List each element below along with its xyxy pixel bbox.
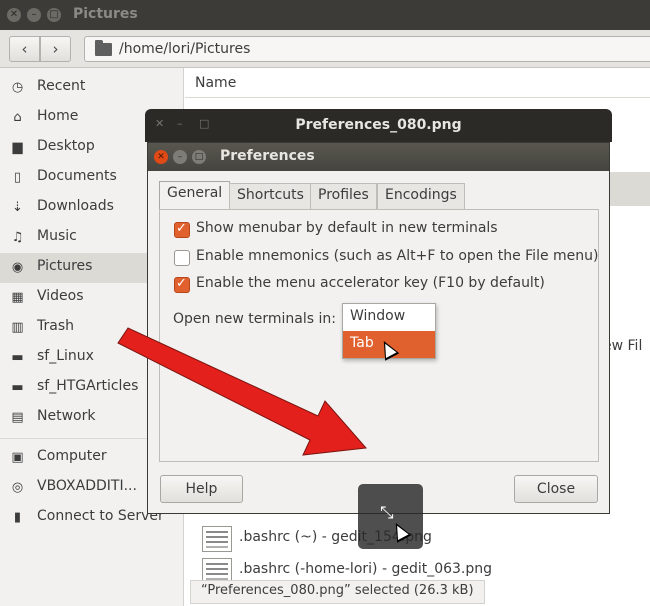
folder-icon — [95, 40, 112, 56]
fullscreen-toggle-overlay[interactable]: ⤡ — [358, 484, 423, 549]
file-manager-titlebar: ✕ – □ Pictures — [0, 0, 650, 30]
help-button[interactable]: Help — [160, 475, 243, 503]
sidebar-item-label: Computer — [37, 448, 107, 464]
name-column-header[interactable]: Name — [195, 75, 236, 91]
dialog-minimize-button[interactable]: – — [173, 150, 187, 164]
sidebar-item-label: Recent — [37, 78, 86, 94]
tab-general[interactable]: General — [159, 181, 231, 210]
option-label: Show menubar by default in new terminals — [196, 220, 498, 236]
music-icon: ♫ — [11, 230, 24, 245]
drive-icon: ▬ — [11, 350, 24, 365]
terminal-titlebar: ✕ – □ Preferences_080.png — [145, 109, 612, 142]
sidebar-item-recent[interactable]: ◷ Recent — [0, 73, 184, 103]
sidebar-item-label: Desktop — [37, 138, 95, 154]
document-icon: ▯ — [13, 170, 22, 185]
option-label: Enable the menu accelerator key (F10 by … — [196, 275, 545, 291]
sidebar-item-label: Pictures — [37, 258, 93, 274]
folder-icon: ▆ — [12, 140, 23, 155]
sidebar-item-label: Home — [37, 108, 79, 124]
sidebar-item-label: Music — [37, 228, 77, 244]
back-button[interactable]: ‹ — [9, 36, 40, 62]
option-label: Enable mnemonics (such as Alt+F to open … — [196, 248, 599, 264]
trash-icon: ▥ — [11, 320, 24, 335]
file-name: .bashrc (-home-lori) - gedit_063.png — [239, 561, 493, 577]
window-maximize-button[interactable]: □ — [47, 8, 61, 22]
terminal-title: Preferences_080.png — [295, 117, 462, 133]
sidebar-item-label: Documents — [37, 168, 117, 184]
sidebar-item-label: Network — [37, 408, 96, 424]
open-new-terminals-label: Open new terminals in: — [173, 311, 336, 327]
checkbox-checked[interactable] — [174, 276, 190, 293]
file-thumbnail-icon — [202, 526, 232, 552]
window-title: Pictures — [73, 6, 138, 22]
tab-profiles[interactable]: Profiles — [310, 183, 377, 209]
sidebar-item-label: Videos — [37, 288, 84, 304]
close-button[interactable]: Close — [514, 475, 598, 503]
window-close-button[interactable]: ✕ — [7, 8, 21, 22]
location-path: /home/lori/Pictures — [119, 41, 251, 57]
computer-icon: ▣ — [11, 450, 24, 465]
chevron-left-icon: ‹ — [21, 40, 28, 58]
download-icon: ⇣ — [12, 200, 23, 215]
sidebar-item-label: VBOXADDITI... — [37, 478, 137, 494]
dialog-maximize-button[interactable]: □ — [192, 150, 206, 164]
drive-icon: ▬ — [11, 380, 24, 395]
preferences-dialog: ✕ – □ Preferences General Shortcuts Prof… — [147, 142, 610, 549]
status-bar: “Preferences_080.png” selected (26.3 kB) — [190, 580, 485, 604]
film-icon: ▦ — [11, 290, 24, 305]
forward-button[interactable]: › — [40, 36, 71, 62]
clock-icon: ◷ — [11, 80, 24, 95]
window-minimize-button[interactable]: – — [27, 8, 41, 22]
preferences-titlebar: ✕ – □ Preferences — [148, 143, 609, 171]
sidebar-item-label: Trash — [37, 318, 74, 334]
server-icon: ▮ — [13, 510, 22, 525]
tab-shortcuts[interactable]: Shortcuts — [229, 183, 312, 209]
disc-icon: ◎ — [11, 480, 24, 495]
column-header: Name — [185, 68, 650, 98]
sidebar-item-label: sf_HTGArticles — [37, 378, 139, 394]
chevron-right-icon: › — [52, 40, 59, 58]
location-bar[interactable]: /home/lori/Pictures — [84, 36, 650, 62]
camera-icon: ◉ — [11, 260, 24, 275]
sidebar-item-label: Downloads — [37, 198, 114, 214]
network-icon: ▤ — [11, 410, 24, 425]
toolbar: ‹ › /home/lori/Pictures — [0, 30, 650, 68]
tab-encodings[interactable]: Encodings — [377, 183, 465, 209]
general-tab-panel: Show menubar by default in new terminals… — [159, 209, 599, 549]
dialog-close-button[interactable]: ✕ — [154, 150, 168, 164]
home-icon: ⌂ — [13, 110, 22, 125]
checkbox-unchecked[interactable] — [174, 250, 190, 266]
dropdown-option-window[interactable]: Window — [343, 304, 435, 331]
checkbox-checked[interactable] — [174, 221, 190, 238]
expand-arrows-icon: ⤡ — [380, 503, 394, 523]
sidebar-item-label: Connect to Server — [37, 508, 164, 524]
sidebar-item-label: sf_Linux — [37, 348, 94, 364]
dialog-title: Preferences — [220, 148, 315, 164]
